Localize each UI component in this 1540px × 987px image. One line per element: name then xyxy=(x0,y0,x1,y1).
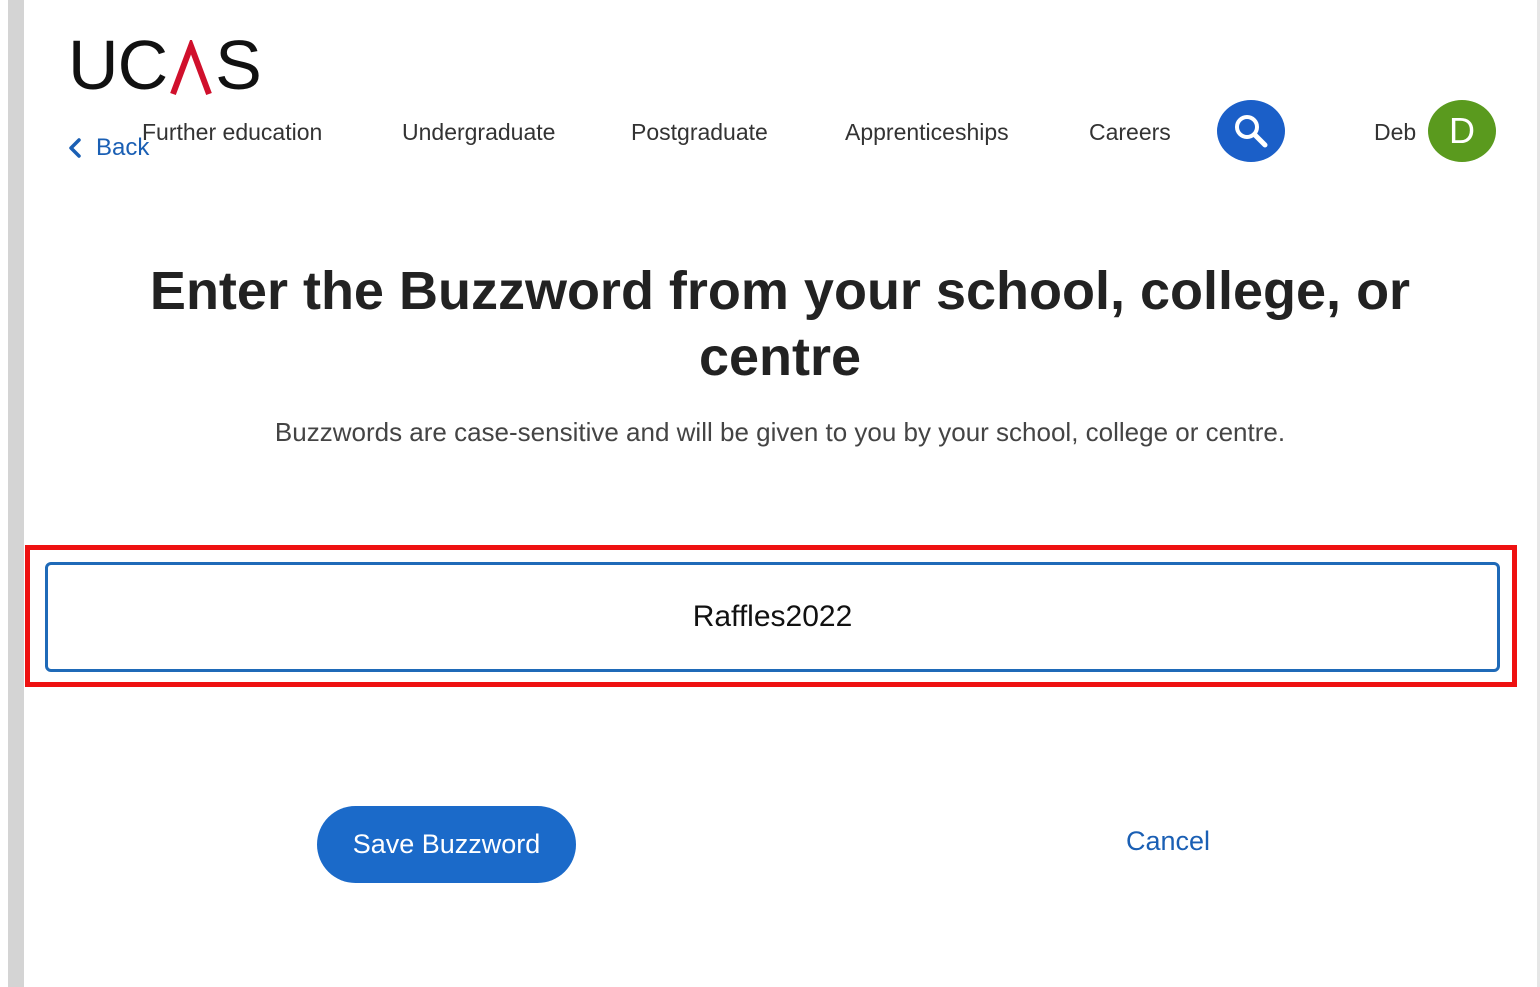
nav-item-postgraduate[interactable]: Postgraduate xyxy=(631,114,768,150)
avatar[interactable]: D xyxy=(1428,100,1496,162)
logo-letter-u: U xyxy=(68,26,119,104)
cancel-link[interactable]: Cancel xyxy=(1126,826,1210,857)
search-icon xyxy=(1235,115,1268,148)
nav-item-careers[interactable]: Careers xyxy=(1089,114,1171,150)
save-buzzword-button[interactable]: Save Buzzword xyxy=(317,806,576,883)
buzzword-hint: Buzzwords are case-sensitive and will be… xyxy=(274,417,1286,447)
nav-item-undergraduate[interactable]: Undergraduate xyxy=(402,114,555,150)
logo-letter-s: S xyxy=(215,26,262,104)
user-name[interactable]: Deb xyxy=(1374,114,1416,150)
nav-item-apprenticeships[interactable]: Apprenticeships xyxy=(845,114,1009,150)
page-title: Enter the Buzzword from your school, col… xyxy=(149,261,1411,387)
main-nav: Further education Undergraduate Postgrad… xyxy=(0,114,1540,154)
logo-caret-icon xyxy=(170,40,212,96)
buzzword-input[interactable] xyxy=(45,562,1500,672)
ucas-buzzword-page: U C S Back Further education Undergradua… xyxy=(0,0,1540,987)
nav-item-further-education[interactable]: Further education xyxy=(142,114,322,150)
logo-letter-c: C xyxy=(117,26,169,104)
search-button[interactable] xyxy=(1217,100,1285,162)
avatar-initial: D xyxy=(1449,110,1475,151)
ucas-logo[interactable]: U C S xyxy=(68,26,262,104)
